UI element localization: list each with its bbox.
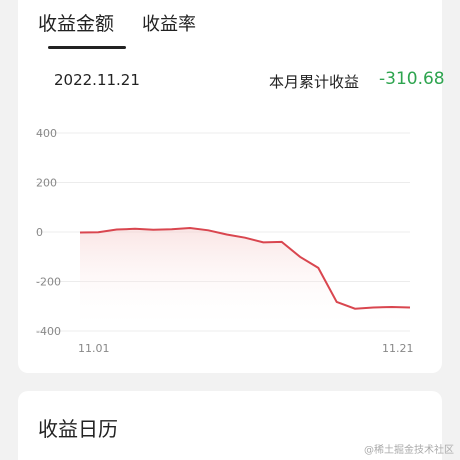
x-tick-label: 11.21 <box>382 342 414 355</box>
watermark: @稀土掘金技术社区 <box>364 445 454 456</box>
y-tick-label: 400 <box>36 127 57 140</box>
y-tick-label: 200 <box>36 177 57 190</box>
y-tick-label: -400 <box>36 325 61 338</box>
earnings-area <box>80 228 410 331</box>
y-tick-label: -200 <box>36 276 61 289</box>
y-tick-label: 0 <box>36 226 43 239</box>
earnings-chart[interactable]: 400 200 0 -200 -400 11.01 11.21 <box>0 0 460 373</box>
calendar-title: 收益日历 <box>38 417 118 441</box>
x-tick-label: 11.01 <box>78 342 110 355</box>
chart-x-axis: 11.01 11.21 <box>78 342 414 355</box>
